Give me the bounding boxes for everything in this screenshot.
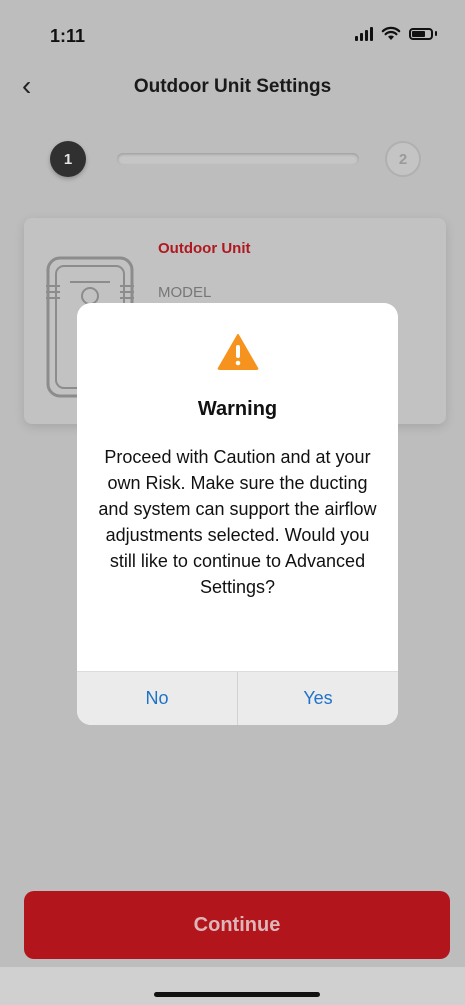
- header: ‹ Outdoor Unit Settings: [0, 62, 465, 114]
- dialog-message: Proceed with Caution and at your own Ris…: [98, 447, 377, 597]
- status-time: 1:11: [50, 26, 86, 46]
- dialog-title: Warning: [197, 398, 278, 420]
- page-title: Outdoor Unit Settings: [133, 76, 332, 97]
- continue-button[interactable]: Continue: [24, 891, 450, 959]
- stepper-track: [117, 153, 359, 165]
- model-label: MODEL: [158, 284, 212, 301]
- home-area: [0, 967, 465, 1005]
- battery-tip: [435, 31, 437, 36]
- status-bar: 1:11: [0, 0, 465, 62]
- step-1-indicator: 1: [50, 141, 86, 177]
- step-2-indicator: 2: [385, 141, 421, 177]
- no-button[interactable]: No: [77, 672, 237, 725]
- wifi-icon: [381, 26, 401, 40]
- status-icons: [355, 26, 437, 41]
- warning-triangle-icon: [217, 334, 259, 370]
- yes-button[interactable]: Yes: [237, 672, 398, 725]
- cellular-signal-icon: [355, 26, 373, 41]
- dialog-buttons: No Yes: [77, 671, 398, 725]
- stepper: 1 2: [0, 134, 465, 184]
- warning-dialog: Warning Proceed with Caution and at your…: [77, 303, 398, 725]
- card-title: Outdoor Unit: [158, 240, 251, 257]
- battery-icon: [409, 27, 433, 40]
- home-indicator[interactable]: [154, 992, 320, 997]
